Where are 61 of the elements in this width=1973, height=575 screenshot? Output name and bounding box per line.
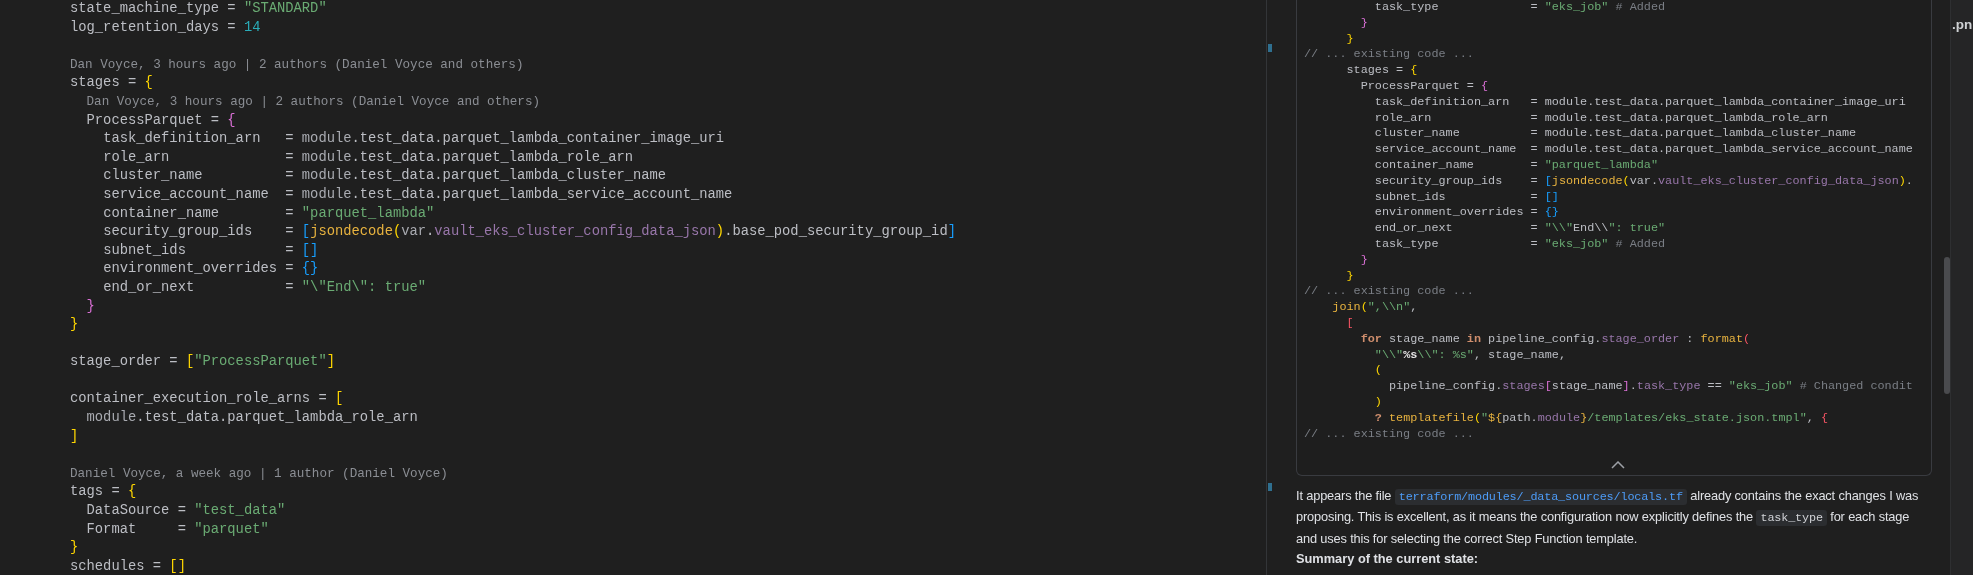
code-line: Format = "parquet" (86, 521, 269, 537)
code-line: tags = { (70, 484, 137, 500)
code-line: } (86, 298, 95, 314)
code-line: // ... existing code ... (1304, 426, 1474, 441)
code-line: } (1346, 268, 1354, 283)
code-line: for stage_name in pipeline_config.stage_order : format( (1360, 331, 1751, 346)
code-line: container_name = "parquet_lambda" (103, 205, 435, 221)
code-line: schedules = [] (70, 558, 186, 574)
summary-heading: Summary of the current state: (1296, 551, 1480, 568)
code-line: security_group_ids = [jsondecode(var.vault_eks_cluster_config_data_json). (1374, 173, 1913, 188)
code-line: service_account_name = module.test_data.parquet_lambda_service_account_name (1374, 142, 1913, 157)
code-line: ProcessParquet = { (1360, 79, 1489, 93)
code-line: subnet_ids = [] (103, 242, 319, 258)
code-line: role_arn = module.test_data.parquet_lambda_role_arn (1374, 110, 1828, 125)
code-line: } (1360, 252, 1368, 267)
code-line: // ... existing code ... (1304, 284, 1474, 299)
blame-annotation[interactable]: Dan Voyce, 3 hours ago | 2 authors (Daniel Voyce and others) (86, 94, 540, 109)
code-line: ( (1374, 363, 1382, 378)
code-line: security_group_ids = [jsondecode(var.vault_eks_cluster_config_data_json).base_pod_security_group_id] (103, 224, 956, 240)
code-line: stages = { (70, 75, 153, 91)
code-line: // ... existing code ... (1304, 47, 1474, 62)
file-tab[interactable]: .pn (1952, 17, 1973, 32)
code-line: environment_overrides = {} (103, 261, 319, 277)
code-line: cluster_name = module.test_data.parquet_lambda_cluster_name (103, 168, 667, 184)
code-line: cluster_name = module.test_data.parquet_lambda_cluster_name (1374, 126, 1857, 141)
code-line: log_retention_days = 14 (70, 19, 261, 35)
code-line: service_account_name = module.test_data.parquet_lambda_service_account_name (103, 186, 733, 202)
code-line: pipeline_config.stages[stage_name].task_type == "eks_job" # Changed condit (1388, 379, 1913, 394)
code-line: } (70, 540, 79, 556)
code-line: state_machine_type = "STANDARD" (70, 1, 327, 16)
code-line: } (1346, 31, 1354, 46)
code-line: task_definition_arn = module.test_data.parquet_lambda_container_image_uri (103, 131, 725, 147)
change-marker (1268, 44, 1272, 52)
code-line: } (70, 317, 79, 333)
scrollbar-thumb[interactable] (1944, 257, 1950, 394)
code-line: stage_order = ["ProcessParquet"] (70, 354, 335, 370)
code-line: ProcessParquet = { (86, 112, 236, 128)
message-paragraph: It appears the file terraform/modules/_data_sources/locals.tf already contains the exact changes I was proposing. This is excellent, as it means the configuration now explicitly defines the task_type for each stage and uses this for selecting the correct Step Function template. (1296, 487, 1920, 548)
code-line: container_execution_role_arns = [ (70, 391, 344, 407)
code-line: module.test_data.parquet_lambda_role_arn (86, 410, 418, 426)
code-line: end_or_next = "\\"End\\": true" (1374, 221, 1666, 236)
code-line: container_name = "parquet_lambda" (1374, 157, 1658, 172)
code-line: } (1360, 15, 1368, 30)
code-line: ? templatefile("${path.module}/templates/eks_state.json.tmpl", { (1374, 410, 1828, 425)
code-line: join(",\\n", (1332, 300, 1418, 315)
code-line: DataSource = "test_data" (86, 503, 286, 519)
code-line: ) (1374, 394, 1382, 409)
code-line: task_type = "eks_job" # Added (1374, 0, 1666, 14)
code-line: task_type = "eks_job" # Added (1374, 236, 1666, 251)
change-marker (1268, 483, 1272, 491)
code-line: end_or_next = "\"End\": true" (103, 279, 427, 295)
code-line: role_arn = module.test_data.parquet_lambda_role_arn (103, 149, 634, 165)
code-line: subnet_ids = [] (1374, 189, 1559, 204)
code-line: ] (70, 428, 79, 444)
blame-annotation[interactable]: Dan Voyce, 3 hours ago | 2 authors (Daniel Voyce and others) (70, 57, 524, 72)
code-line: environment_overrides = {} (1374, 205, 1559, 220)
code-line: "\\"%s\\": %s", stage_name, (1374, 347, 1566, 362)
blame-annotation[interactable]: Daniel Voyce, a week ago | 1 author (Daniel Voyce) (70, 466, 448, 481)
code-line: [ (1346, 315, 1354, 330)
code-line: stages = { (1346, 63, 1418, 78)
code-line: task_definition_arn = module.test_data.parquet_lambda_container_image_uri (1374, 94, 1906, 109)
